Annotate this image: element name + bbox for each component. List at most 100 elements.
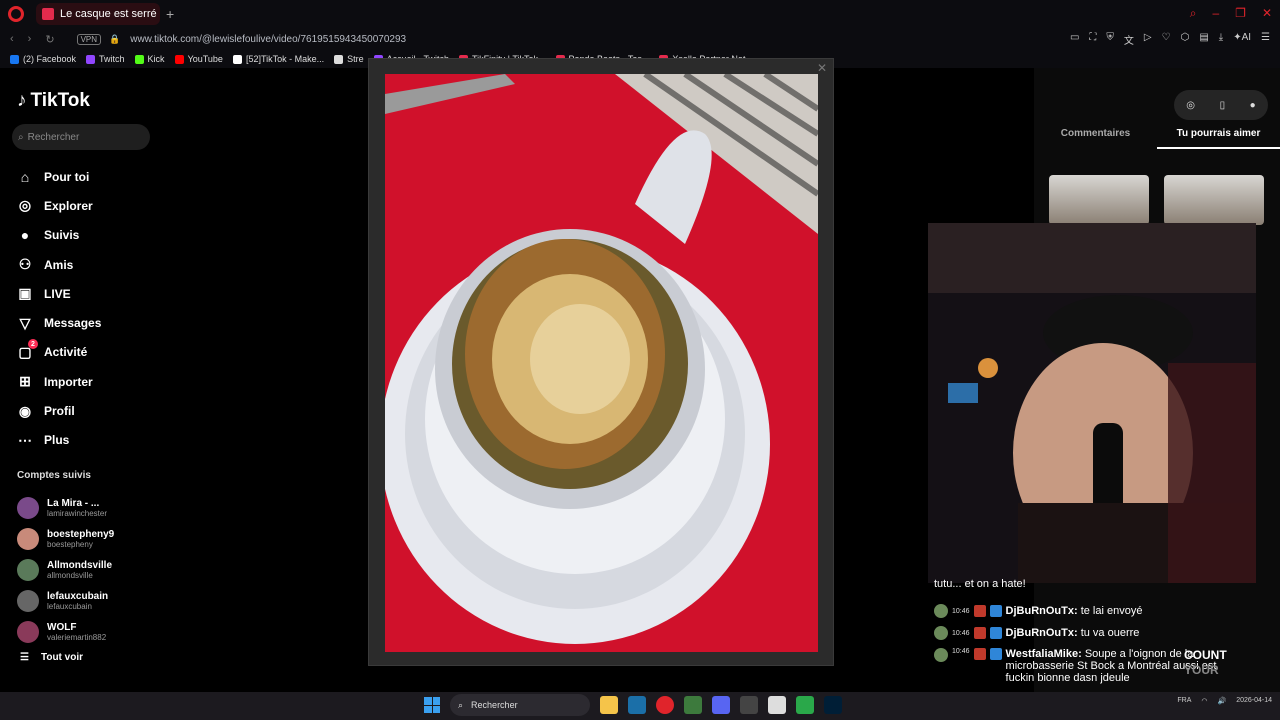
download-icon[interactable]: ⤓ — [1219, 32, 1223, 47]
app-icon[interactable] — [740, 696, 758, 714]
wallet-icon[interactable]: ▤ — [1199, 32, 1208, 47]
nav-item[interactable]: ⊞ Importer — [16, 367, 101, 396]
search-input[interactable]: ⌕ Rechercher — [12, 124, 150, 150]
heart-icon[interactable]: ♡ — [1162, 32, 1171, 47]
followed-account[interactable]: lefauxcubain lefauxcubain — [17, 585, 114, 616]
close-icon[interactable]: ✕ — [817, 61, 827, 75]
notification-badge: 2 — [28, 339, 38, 350]
forward-button[interactable]: › — [28, 33, 32, 46]
chat-text: te lai envoyé — [1080, 605, 1143, 617]
opera-icon[interactable] — [656, 696, 674, 714]
avatar — [17, 558, 39, 581]
bookmark-item[interactable]: Stre — [334, 54, 364, 64]
nav-item[interactable]: ⋯ Plus — [16, 426, 101, 455]
bookmark-item[interactable]: Kick — [134, 54, 165, 64]
live-icon: ▣ — [18, 285, 32, 302]
steam-icon[interactable] — [628, 696, 646, 714]
tab-suggested[interactable]: Tu pourrais aimer — [1157, 128, 1280, 149]
reload-button[interactable]: ↻ — [45, 33, 54, 46]
chat-partial-message: tutu... et on a hate! — [934, 578, 1026, 590]
shield-icon[interactable]: ⛨ — [1106, 32, 1114, 47]
nav-item[interactable]: ⌂ Pour toi — [16, 162, 101, 191]
menu-icon[interactable]: ☰ — [1261, 32, 1270, 47]
screenshot-icon[interactable]: ⛶ — [1089, 32, 1096, 47]
opera-logo-icon[interactable] — [8, 6, 24, 22]
tiktok-logo[interactable]: ♪ TikTok — [17, 90, 90, 112]
nav-item[interactable]: ▣ LIVE — [16, 279, 101, 308]
chat-username: WestfaliaMike: — [1005, 648, 1082, 660]
extensions-icon[interactable]: ⬡ — [1181, 32, 1190, 47]
search-tabs-icon[interactable]: ⌕ — [1190, 6, 1197, 21]
device-icon[interactable]: ▯ — [1220, 100, 1226, 111]
avatar — [17, 496, 39, 519]
back-button[interactable]: ‹ — [10, 33, 14, 46]
bookmark-favicon-icon — [86, 54, 96, 64]
discord-icon[interactable] — [712, 696, 730, 714]
search-placeholder: Rechercher — [27, 131, 80, 143]
account-handle: boestepheny — [47, 539, 93, 549]
nav-item[interactable]: ⚇ Amis — [16, 250, 101, 279]
tiktok-note-icon: ♪ — [17, 90, 27, 111]
account-handle: lamirawinchester — [47, 508, 108, 518]
suggested-video-thumb[interactable] — [1049, 175, 1149, 225]
suggested-video-thumb[interactable] — [1164, 175, 1264, 225]
nav-item[interactable]: ▢ 2 Activité — [16, 338, 101, 367]
volume-icon[interactable]: 🔊 — [1217, 697, 1226, 705]
see-all-link[interactable]: ☰ Tout voir — [20, 652, 83, 663]
photoshop-icon[interactable] — [824, 696, 842, 714]
chat-badge-icon — [973, 605, 986, 617]
followed-account[interactable]: La Mira - ... lamirawinchester — [17, 492, 114, 523]
ai-icon[interactable]: ✦AI — [1233, 32, 1251, 47]
nav-item[interactable]: ◉ Profil — [16, 396, 101, 425]
tab-comments[interactable]: Commentaires — [1034, 128, 1157, 149]
followed-account[interactable]: WOLF valeriemartin882 — [17, 616, 114, 647]
nav-item-label: LIVE — [44, 286, 71, 301]
play-icon[interactable]: ▷ — [1144, 32, 1152, 47]
translate-icon[interactable]: 文 — [1124, 32, 1134, 47]
bookmark-item[interactable]: [52]TikTok - Make... — [232, 54, 324, 64]
close-window-button[interactable]: ✕ — [1262, 6, 1272, 21]
vpn-badge[interactable]: VPN — [76, 33, 102, 45]
file-explorer-icon[interactable] — [600, 696, 618, 714]
avatar — [17, 527, 39, 550]
lock-icon[interactable]: 🔒 — [109, 34, 120, 45]
clock[interactable]: 2026-04-14 — [1236, 696, 1272, 705]
avatar-icon: ● — [20, 227, 30, 244]
notepad-icon[interactable] — [768, 696, 786, 714]
account-handle: valeriemartin882 — [47, 632, 107, 642]
new-tab-button[interactable]: + — [166, 6, 174, 22]
nav-list: ⌂ Pour toi ◎ Explorer ● Suivis ⚇ Amis ▣ LIVE ▽ Mess… — [16, 162, 101, 455]
maximize-button[interactable]: ❐ — [1235, 6, 1246, 21]
nav-item[interactable]: ● Suivis — [16, 221, 101, 250]
bookmark-icon[interactable]: ▭ — [1070, 32, 1079, 47]
wifi-icon[interactable]: ◠ — [1201, 697, 1207, 705]
bookmark-item[interactable]: (2) Facebook — [10, 54, 76, 64]
language-indicator[interactable]: FRA — [1177, 697, 1191, 704]
app-icon[interactable] — [796, 696, 814, 714]
avatar — [17, 589, 39, 612]
bookmark-item[interactable]: YouTube — [174, 54, 223, 64]
windows-start-icon[interactable] — [424, 697, 440, 713]
bookmark-item[interactable]: Twitch — [86, 54, 125, 64]
profile-icon: ◉ — [18, 402, 32, 419]
nav-item[interactable]: ◎ Explorer — [16, 191, 101, 220]
chat-time: 10:46 — [952, 629, 970, 637]
list-icon: ☰ — [20, 652, 29, 663]
followed-account[interactable]: boestepheny9 boestepheny — [17, 523, 114, 554]
app-icon[interactable] — [684, 696, 702, 714]
url-field[interactable]: www.tiktok.com/@lewislefoulive/video/761… — [130, 34, 406, 45]
count-overlay: COUNT YOUR — [1184, 648, 1227, 677]
compass-icon[interactable]: ◎ — [1186, 100, 1195, 111]
account-name: boestepheny9 — [47, 528, 115, 540]
nav-item[interactable]: ▽ Messages — [16, 308, 102, 337]
taskbar-search[interactable]: ⌕ Rechercher — [450, 694, 590, 716]
profile-avatar-icon[interactable]: ● — [1250, 100, 1256, 111]
browser-tab-active[interactable]: Le casque est serré en ti — [36, 3, 160, 25]
followed-account[interactable]: Allmondsville allmondsville — [17, 554, 114, 585]
right-panel-actions: ◎ ▯ ● — [1174, 90, 1268, 120]
minimize-button[interactable]: – — [1212, 6, 1219, 21]
account-name: lefauxcubain — [47, 590, 109, 602]
nav-item-label: Explorer — [44, 198, 93, 213]
nav-item-label: Activité — [44, 345, 88, 360]
chat-username: DjBuRnOuTx: — [1005, 605, 1078, 617]
